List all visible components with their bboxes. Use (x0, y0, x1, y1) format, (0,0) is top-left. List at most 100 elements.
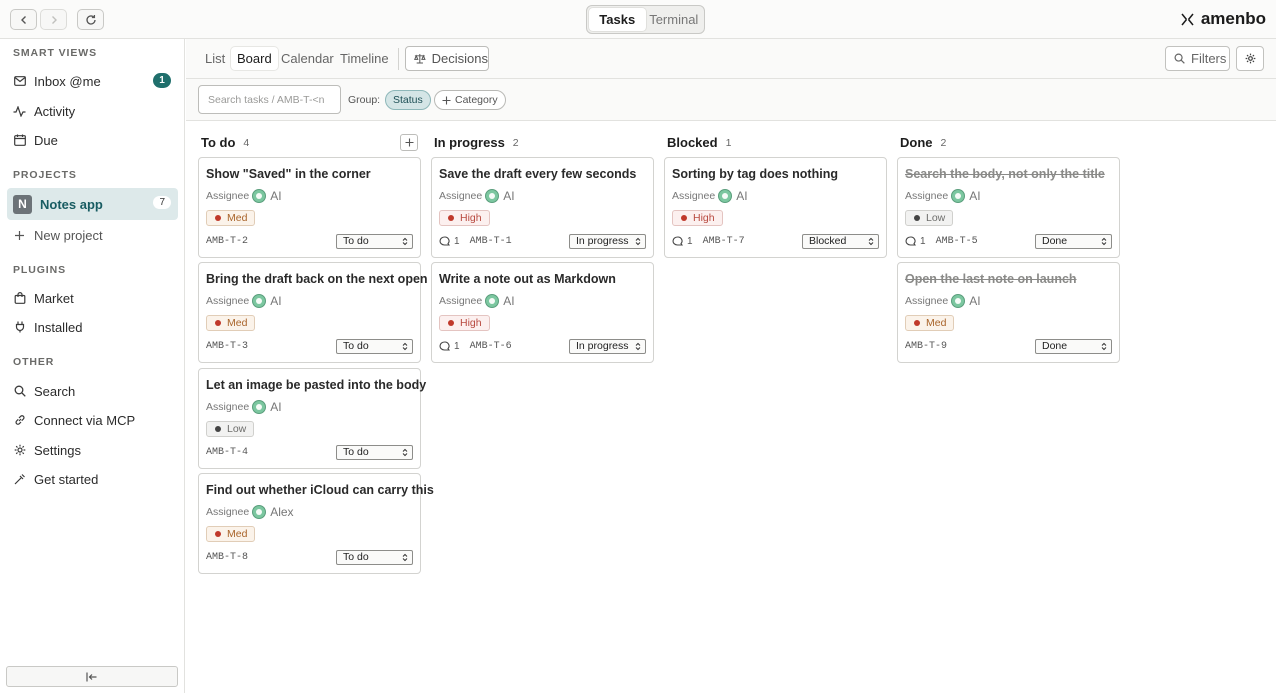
back-button[interactable] (10, 9, 37, 30)
sidebar-item-due[interactable]: Due (7, 125, 178, 155)
task-card[interactable]: Search the body, not only the title Assig… (897, 157, 1120, 258)
group-chip-status[interactable]: Status (385, 90, 431, 110)
status-value: To do (343, 340, 369, 352)
priority-label: Low (926, 212, 946, 224)
sidebar-item-market[interactable]: Market (7, 283, 178, 313)
priority-dot-icon (914, 320, 920, 326)
comment-count[interactable]: 1 (672, 236, 693, 247)
task-card[interactable]: Save the draft every few seconds Assignee… (431, 157, 654, 258)
tab-list[interactable]: List (199, 47, 231, 70)
sidebar-item-new-project[interactable]: New project (7, 220, 178, 250)
task-title[interactable]: Open the last note on launch (905, 271, 1112, 287)
task-card[interactable]: Show "Saved" in the corner Assignee AI Med A… (198, 157, 421, 258)
assignee-label: Assignee (439, 190, 483, 202)
task-title[interactable]: Save the draft every few seconds (439, 166, 646, 182)
sidebar-item-search[interactable]: Search (7, 376, 178, 406)
task-card[interactable]: Open the last note on launch Assignee AI Me… (897, 262, 1120, 363)
task-card[interactable]: Find out whether iCloud can carry this As… (198, 473, 434, 574)
tab-terminal[interactable]: Terminal (646, 8, 703, 31)
tab-tasks[interactable]: Tasks (589, 8, 646, 31)
tab-calendar[interactable]: Calendar (275, 47, 340, 70)
priority-badge[interactable]: Low (905, 210, 954, 226)
sidebar-item-label: New project (34, 227, 103, 243)
assignee-name[interactable]: AI (969, 294, 980, 308)
status-select[interactable]: To do (336, 549, 413, 565)
decisions-button[interactable]: Decisions (405, 46, 489, 71)
task-card[interactable]: Write a note out as Markdown Assignee AI Hi… (431, 262, 654, 363)
board-settings-button[interactable] (1236, 46, 1264, 71)
assignee-name[interactable]: AI (503, 294, 514, 308)
task-title[interactable]: Write a note out as Markdown (439, 271, 646, 287)
plus-icon (13, 229, 26, 242)
inbox-count-badge: 1 (153, 73, 171, 88)
sidebar-item-notes-app[interactable]: N Notes app 7 (7, 188, 178, 220)
gear-icon (13, 444, 26, 457)
status-select[interactable]: Done (1035, 338, 1112, 354)
priority-badge[interactable]: Low (206, 421, 255, 437)
assignee-name[interactable]: AI (270, 294, 281, 308)
task-title[interactable]: Search the body, not only the title (905, 166, 1112, 182)
forward-button[interactable] (40, 9, 67, 30)
status-select[interactable]: To do (336, 338, 413, 354)
sidebar-item-get-started[interactable]: Get started (7, 464, 178, 494)
priority-badge[interactable]: High (439, 210, 490, 226)
priority-badge[interactable]: Med (905, 315, 955, 331)
collapse-sidebar-button[interactable] (6, 666, 178, 687)
column-title: In progress (434, 135, 505, 150)
task-title[interactable]: Show "Saved" in the corner (206, 166, 413, 182)
sidebar-item-label: Market (34, 290, 74, 306)
priority-dot-icon (448, 320, 454, 326)
priority-badge[interactable]: High (439, 315, 490, 331)
chip-label: Category (455, 94, 498, 106)
priority-badge[interactable]: Med (206, 315, 256, 331)
task-card[interactable]: Let an image be pasted into the body Assi… (198, 368, 426, 469)
reload-button[interactable] (77, 9, 104, 30)
comment-count[interactable]: 1 (905, 236, 926, 247)
assignee-name[interactable]: Alex (270, 505, 293, 519)
task-title[interactable]: Sorting by tag does nothing (672, 166, 879, 182)
status-select[interactable]: In progress (569, 338, 646, 354)
shopping-bag-icon (13, 292, 26, 305)
comment-icon (439, 340, 450, 351)
comment-count[interactable]: 1 (439, 341, 460, 352)
sidebar-item-installed[interactable]: Installed (7, 312, 178, 342)
assignee-name[interactable]: AI (270, 400, 281, 414)
comment-count-value: 1 (454, 340, 460, 352)
priority-badge[interactable]: High (672, 210, 723, 226)
status-select[interactable]: In progress (569, 233, 646, 249)
sidebar-item-label: Connect via MCP (34, 412, 136, 428)
task-title[interactable]: Bring the draft back on the next open (206, 271, 428, 287)
task-card[interactable]: Bring the draft back on the next open Ass… (198, 262, 428, 363)
assignee-name[interactable]: AI (503, 189, 514, 203)
status-select[interactable]: Blocked (802, 233, 879, 249)
status-select[interactable]: To do (336, 233, 413, 249)
tab-board[interactable]: Board (231, 47, 278, 70)
add-task-button[interactable] (400, 134, 418, 151)
search-input[interactable] (198, 85, 341, 114)
comment-count[interactable]: 1 (439, 236, 460, 247)
card-footer: AMB-T-3 To do (206, 335, 413, 357)
task-id: AMB-T-2 (206, 235, 249, 247)
assignee-name[interactable]: AI (969, 189, 980, 203)
sidebar-item-inbox[interactable]: Inbox @me 1 (7, 66, 178, 96)
priority-badge[interactable]: Med (206, 210, 256, 226)
task-title[interactable]: Let an image be pasted into the body (206, 377, 426, 393)
status-value: To do (343, 235, 369, 247)
select-chevron-icon (402, 342, 408, 350)
sidebar-item-settings[interactable]: Settings (7, 435, 178, 465)
group-chip-category[interactable]: Category (434, 90, 506, 110)
sidebar-item-activity[interactable]: Activity (7, 96, 178, 126)
tab-timeline[interactable]: Timeline (334, 47, 395, 70)
sidebar-item-mcp[interactable]: Connect via MCP (7, 405, 178, 435)
status-select[interactable]: Done (1035, 233, 1112, 249)
assignee-name[interactable]: AI (736, 189, 747, 203)
column-title: Done (900, 135, 933, 150)
task-id: AMB-T-4 (206, 446, 249, 458)
status-select[interactable]: To do (336, 444, 413, 460)
filters-button[interactable]: Filters (1165, 46, 1230, 71)
task-card[interactable]: Sorting by tag does nothing Assignee AI Hig… (664, 157, 887, 258)
task-title[interactable]: Find out whether iCloud can carry this (206, 482, 434, 498)
assignee-name[interactable]: AI (270, 189, 281, 203)
priority-badge[interactable]: Med (206, 526, 256, 542)
assignee-row: Assignee Alex (206, 504, 413, 520)
